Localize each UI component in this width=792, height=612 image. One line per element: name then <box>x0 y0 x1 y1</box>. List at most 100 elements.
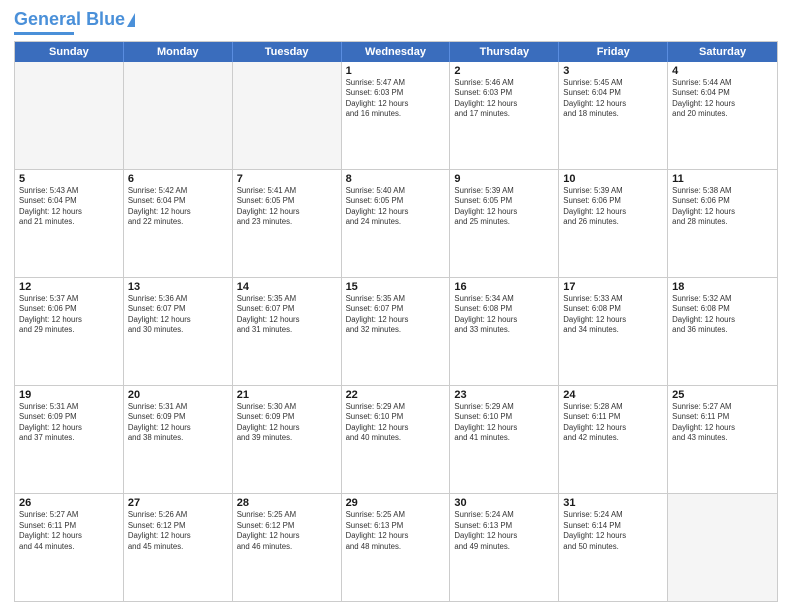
cell-info: Sunrise: 5:28 AMSunset: 6:11 PMDaylight:… <box>563 402 663 444</box>
calendar-row-4: 26Sunrise: 5:27 AMSunset: 6:11 PMDayligh… <box>15 493 777 601</box>
day-number: 17 <box>563 281 663 293</box>
day-number: 18 <box>672 281 773 293</box>
cell-info: Sunrise: 5:25 AMSunset: 6:12 PMDaylight:… <box>237 510 337 552</box>
cell-info: Sunrise: 5:43 AMSunset: 6:04 PMDaylight:… <box>19 186 119 228</box>
calendar-row-2: 12Sunrise: 5:37 AMSunset: 6:06 PMDayligh… <box>15 277 777 385</box>
calendar-cell: 9Sunrise: 5:39 AMSunset: 6:05 PMDaylight… <box>450 170 559 277</box>
calendar-row-0: 1Sunrise: 5:47 AMSunset: 6:03 PMDaylight… <box>15 62 777 169</box>
header: General Blue <box>14 10 778 35</box>
header-day-wednesday: Wednesday <box>342 42 451 62</box>
day-number: 5 <box>19 173 119 185</box>
cell-info: Sunrise: 5:31 AMSunset: 6:09 PMDaylight:… <box>128 402 228 444</box>
day-number: 21 <box>237 389 337 401</box>
calendar-cell: 19Sunrise: 5:31 AMSunset: 6:09 PMDayligh… <box>15 386 124 493</box>
cell-info: Sunrise: 5:45 AMSunset: 6:04 PMDaylight:… <box>563 78 663 120</box>
header-day-thursday: Thursday <box>450 42 559 62</box>
cell-info: Sunrise: 5:47 AMSunset: 6:03 PMDaylight:… <box>346 78 446 120</box>
calendar-cell <box>233 62 342 169</box>
day-number: 30 <box>454 497 554 509</box>
calendar: SundayMondayTuesdayWednesdayThursdayFrid… <box>14 41 778 602</box>
calendar-cell: 21Sunrise: 5:30 AMSunset: 6:09 PMDayligh… <box>233 386 342 493</box>
calendar-cell: 13Sunrise: 5:36 AMSunset: 6:07 PMDayligh… <box>124 278 233 385</box>
calendar-body: 1Sunrise: 5:47 AMSunset: 6:03 PMDaylight… <box>15 62 777 601</box>
day-number: 29 <box>346 497 446 509</box>
day-number: 25 <box>672 389 773 401</box>
logo-line <box>14 32 74 35</box>
calendar-cell: 26Sunrise: 5:27 AMSunset: 6:11 PMDayligh… <box>15 494 124 601</box>
cell-info: Sunrise: 5:39 AMSunset: 6:06 PMDaylight:… <box>563 186 663 228</box>
calendar-cell: 31Sunrise: 5:24 AMSunset: 6:14 PMDayligh… <box>559 494 668 601</box>
calendar-cell: 7Sunrise: 5:41 AMSunset: 6:05 PMDaylight… <box>233 170 342 277</box>
calendar-cell: 23Sunrise: 5:29 AMSunset: 6:10 PMDayligh… <box>450 386 559 493</box>
page: General Blue SundayMondayTuesdayWednesda… <box>0 0 792 612</box>
day-number: 24 <box>563 389 663 401</box>
calendar-cell: 27Sunrise: 5:26 AMSunset: 6:12 PMDayligh… <box>124 494 233 601</box>
logo: General Blue <box>14 10 135 35</box>
cell-info: Sunrise: 5:30 AMSunset: 6:09 PMDaylight:… <box>237 402 337 444</box>
day-number: 23 <box>454 389 554 401</box>
cell-info: Sunrise: 5:37 AMSunset: 6:06 PMDaylight:… <box>19 294 119 336</box>
calendar-cell <box>15 62 124 169</box>
day-number: 26 <box>19 497 119 509</box>
calendar-cell: 8Sunrise: 5:40 AMSunset: 6:05 PMDaylight… <box>342 170 451 277</box>
cell-info: Sunrise: 5:35 AMSunset: 6:07 PMDaylight:… <box>237 294 337 336</box>
calendar-cell: 2Sunrise: 5:46 AMSunset: 6:03 PMDaylight… <box>450 62 559 169</box>
calendar-cell: 24Sunrise: 5:28 AMSunset: 6:11 PMDayligh… <box>559 386 668 493</box>
logo-general: General <box>14 9 81 29</box>
day-number: 13 <box>128 281 228 293</box>
day-number: 10 <box>563 173 663 185</box>
calendar-cell: 14Sunrise: 5:35 AMSunset: 6:07 PMDayligh… <box>233 278 342 385</box>
cell-info: Sunrise: 5:42 AMSunset: 6:04 PMDaylight:… <box>128 186 228 228</box>
cell-info: Sunrise: 5:25 AMSunset: 6:13 PMDaylight:… <box>346 510 446 552</box>
calendar-cell: 6Sunrise: 5:42 AMSunset: 6:04 PMDaylight… <box>124 170 233 277</box>
calendar-cell: 22Sunrise: 5:29 AMSunset: 6:10 PMDayligh… <box>342 386 451 493</box>
calendar-cell: 11Sunrise: 5:38 AMSunset: 6:06 PMDayligh… <box>668 170 777 277</box>
header-day-friday: Friday <box>559 42 668 62</box>
calendar-cell: 3Sunrise: 5:45 AMSunset: 6:04 PMDaylight… <box>559 62 668 169</box>
cell-info: Sunrise: 5:24 AMSunset: 6:13 PMDaylight:… <box>454 510 554 552</box>
calendar-cell <box>668 494 777 601</box>
calendar-cell <box>124 62 233 169</box>
day-number: 6 <box>128 173 228 185</box>
cell-info: Sunrise: 5:36 AMSunset: 6:07 PMDaylight:… <box>128 294 228 336</box>
calendar-cell: 15Sunrise: 5:35 AMSunset: 6:07 PMDayligh… <box>342 278 451 385</box>
header-day-sunday: Sunday <box>15 42 124 62</box>
logo-blue: Blue <box>86 9 125 29</box>
calendar-cell: 4Sunrise: 5:44 AMSunset: 6:04 PMDaylight… <box>668 62 777 169</box>
calendar-row-1: 5Sunrise: 5:43 AMSunset: 6:04 PMDaylight… <box>15 169 777 277</box>
cell-info: Sunrise: 5:27 AMSunset: 6:11 PMDaylight:… <box>672 402 773 444</box>
day-number: 2 <box>454 65 554 77</box>
calendar-cell: 1Sunrise: 5:47 AMSunset: 6:03 PMDaylight… <box>342 62 451 169</box>
day-number: 15 <box>346 281 446 293</box>
day-number: 19 <box>19 389 119 401</box>
cell-info: Sunrise: 5:35 AMSunset: 6:07 PMDaylight:… <box>346 294 446 336</box>
cell-info: Sunrise: 5:32 AMSunset: 6:08 PMDaylight:… <box>672 294 773 336</box>
day-number: 20 <box>128 389 228 401</box>
calendar-cell: 5Sunrise: 5:43 AMSunset: 6:04 PMDaylight… <box>15 170 124 277</box>
header-day-tuesday: Tuesday <box>233 42 342 62</box>
logo-text: General Blue <box>14 10 125 30</box>
header-day-saturday: Saturday <box>668 42 777 62</box>
cell-info: Sunrise: 5:29 AMSunset: 6:10 PMDaylight:… <box>346 402 446 444</box>
day-number: 4 <box>672 65 773 77</box>
day-number: 27 <box>128 497 228 509</box>
calendar-header: SundayMondayTuesdayWednesdayThursdayFrid… <box>15 42 777 62</box>
day-number: 7 <box>237 173 337 185</box>
cell-info: Sunrise: 5:40 AMSunset: 6:05 PMDaylight:… <box>346 186 446 228</box>
day-number: 11 <box>672 173 773 185</box>
day-number: 1 <box>346 65 446 77</box>
cell-info: Sunrise: 5:29 AMSunset: 6:10 PMDaylight:… <box>454 402 554 444</box>
cell-info: Sunrise: 5:39 AMSunset: 6:05 PMDaylight:… <box>454 186 554 228</box>
cell-info: Sunrise: 5:27 AMSunset: 6:11 PMDaylight:… <box>19 510 119 552</box>
header-day-monday: Monday <box>124 42 233 62</box>
cell-info: Sunrise: 5:24 AMSunset: 6:14 PMDaylight:… <box>563 510 663 552</box>
day-number: 12 <box>19 281 119 293</box>
day-number: 3 <box>563 65 663 77</box>
cell-info: Sunrise: 5:26 AMSunset: 6:12 PMDaylight:… <box>128 510 228 552</box>
calendar-cell: 30Sunrise: 5:24 AMSunset: 6:13 PMDayligh… <box>450 494 559 601</box>
calendar-cell: 28Sunrise: 5:25 AMSunset: 6:12 PMDayligh… <box>233 494 342 601</box>
day-number: 9 <box>454 173 554 185</box>
calendar-cell: 29Sunrise: 5:25 AMSunset: 6:13 PMDayligh… <box>342 494 451 601</box>
day-number: 28 <box>237 497 337 509</box>
cell-info: Sunrise: 5:34 AMSunset: 6:08 PMDaylight:… <box>454 294 554 336</box>
